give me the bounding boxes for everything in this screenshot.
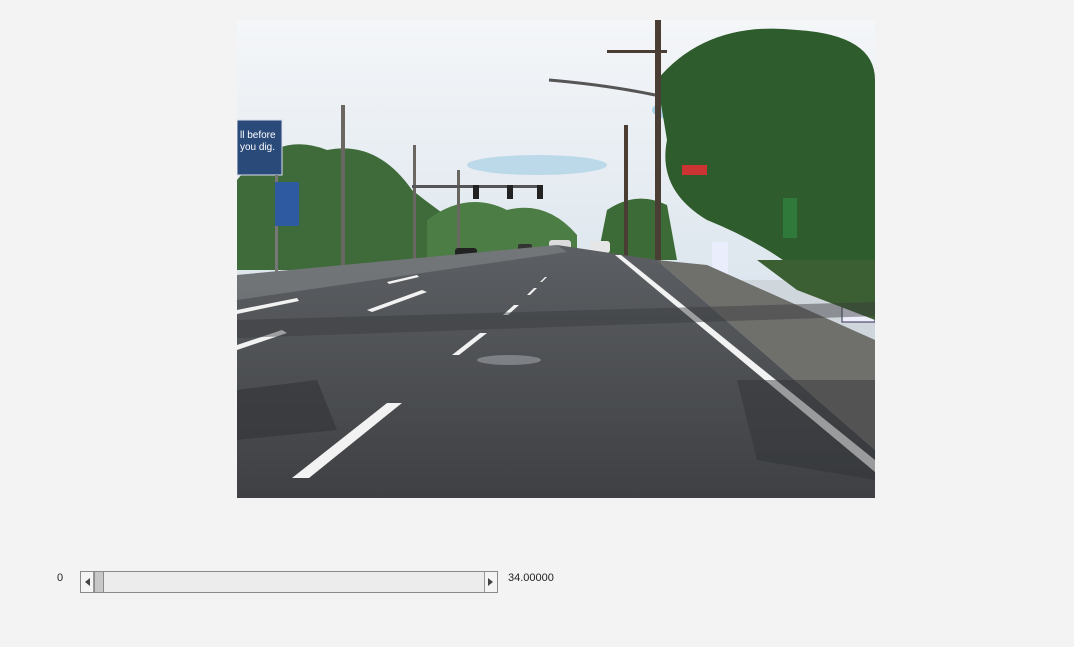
slider-thumb[interactable] [94,572,104,592]
slider-track[interactable] [94,572,484,592]
svg-text:you dig.: you dig. [240,142,275,153]
video-frame: ll before you dig. [237,20,875,498]
slider-min-label: 0 [57,572,64,584]
slider-max-label: 34.00000 [508,572,554,584]
road-scene-image: ll before you dig. [237,20,875,498]
triangle-right-icon[interactable] [484,572,497,592]
time-slider[interactable] [80,571,498,593]
svg-text:ll before: ll before [240,130,276,141]
triangle-left-icon[interactable] [81,572,94,592]
